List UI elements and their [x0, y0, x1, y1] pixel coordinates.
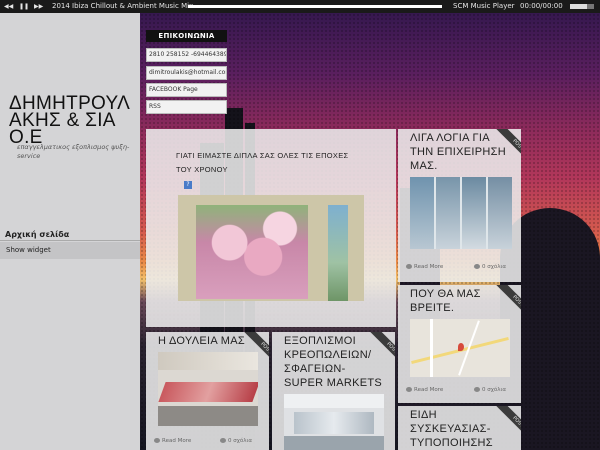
- pause-icon[interactable]: ❚❚: [19, 0, 29, 13]
- map-image: [410, 319, 510, 377]
- tag-icon: [154, 438, 160, 443]
- comments-link[interactable]: 0 σχόλια: [474, 264, 506, 270]
- post-title[interactable]: Η ΔΟΥΛΕΙΑ ΜΑΣ: [158, 334, 254, 348]
- volume-slider[interactable]: [570, 4, 594, 9]
- post-card-work[interactable]: Η ΔΟΥΛΕΙΑ ΜΑΣ POST Read More 0 σχόλια: [146, 332, 269, 450]
- show-widget-button[interactable]: Show widget: [0, 242, 140, 259]
- contact-facebook-link[interactable]: FACEBOOK Page: [146, 83, 227, 97]
- post-title[interactable]: ΛΙΓΑ ΛΟΓΙΑ ΓΙΑ ΤΗΝ ΕΠΙΧΕΙΡΗΣΗ ΜΑΣ.: [410, 131, 506, 173]
- post-image: [284, 394, 384, 450]
- player-brand: SCM Music Player: [453, 2, 515, 10]
- next-icon[interactable]: ▶▶: [34, 0, 43, 13]
- site-tagline: επαγγελματικος εξοπλισμος ψυξη-service: [17, 143, 130, 160]
- contact-heading: ΕΠΙΚΟΙΝΩΝΙΑ: [146, 30, 227, 42]
- comments-link[interactable]: 0 σχόλια: [474, 387, 506, 393]
- prev-icon[interactable]: ◀◀: [4, 0, 13, 13]
- contact-email[interactable]: dimitroulakis@hotmail.com: [146, 66, 227, 80]
- divider: [0, 240, 140, 241]
- progress-bar[interactable]: [188, 5, 442, 8]
- post-card-packaging[interactable]: ΕΙΔΗ ΣΥΣΚΕΥΑΣΙΑΣ-ΤΥΠΟΠΟΙΗΣΗΣ POST: [398, 406, 521, 450]
- post-card-about[interactable]: ΛΙΓΑ ΛΟΓΙΑ ΓΙΑ ΤΗΝ ΕΠΙΧΕΙΡΗΣΗ ΜΑΣ. POST …: [398, 129, 521, 282]
- post-title[interactable]: ΓΙΑΤΙ ΕΙΜΑΣΤΕ ΔΙΠΛΑ ΣΑΣ ΟΛΕΣ ΤΙΣ ΕΠΟΧΕΣ …: [176, 149, 366, 177]
- contact-rss-link[interactable]: RSS: [146, 100, 227, 114]
- comment-icon: [474, 387, 480, 392]
- comment-icon: [474, 264, 480, 269]
- home-link[interactable]: Αρχική σελίδα: [5, 230, 69, 239]
- post-title[interactable]: ΠΟΥ ΘΑ ΜΑΣ ΒΡΕΙΤΕ.: [410, 287, 506, 315]
- post-image: [158, 352, 258, 426]
- contact-phone: 2810 258152 -6944643896: [146, 48, 227, 62]
- read-more-link[interactable]: Read More: [406, 264, 443, 270]
- left-sidebar: ΔΗΜΗΤΡΟΥΛΑΚΗΣ & ΣΙΑ Ο.Ε επαγγελματικος ε…: [0, 13, 140, 450]
- site-title[interactable]: ΔΗΜΗΤΡΟΥΛΑΚΗΣ & ΣΙΑ Ο.Ε: [9, 94, 137, 147]
- read-more-link[interactable]: Read More: [154, 438, 191, 444]
- post-title[interactable]: ΕΙΔΗ ΣΥΣΚΕΥΑΣΙΑΣ-ΤΥΠΟΠΟΙΗΣΗΣ: [410, 408, 510, 450]
- track-title: 2014 Ibiza Chillout & Ambient Music Mix: [52, 2, 194, 10]
- post-image: [410, 177, 512, 249]
- tag-icon: [406, 264, 412, 269]
- post-card-location[interactable]: ΠΟΥ ΘΑ ΜΑΣ ΒΡΕΙΤΕ. POST Read More 0 σχόλ…: [398, 285, 521, 403]
- comment-icon: [220, 438, 226, 443]
- post-image: [178, 195, 364, 301]
- track-time: 00:00/00:00: [520, 2, 563, 10]
- post-card-equipment[interactable]: ΕΞΟΠΛΙΣΜΟΙ ΚΡΕΟΠΩΛΕΙΩΝ/ ΣΦΑΓΕΙΩΝ-SUPER M…: [272, 332, 395, 450]
- music-player-bar: ◀◀ ❚❚ ▶▶ 2014 Ibiza Chillout & Ambient M…: [0, 0, 600, 13]
- post-card-main[interactable]: ΓΙΑΤΙ ΕΙΜΑΣΤΕ ΔΙΠΛΑ ΣΑΣ ΟΛΕΣ ΤΙΣ ΕΠΟΧΕΣ …: [146, 129, 396, 327]
- read-more-link[interactable]: Read More: [406, 387, 443, 393]
- comments-link[interactable]: 0 σχόλια: [220, 438, 252, 444]
- tag-icon: [406, 387, 412, 392]
- post-title[interactable]: ΕΞΟΠΛΙΣΜΟΙ ΚΡΕΟΠΩΛΕΙΩΝ/ ΣΦΑΓΕΙΩΝ-SUPER M…: [284, 334, 384, 390]
- help-icon: ?: [184, 181, 192, 189]
